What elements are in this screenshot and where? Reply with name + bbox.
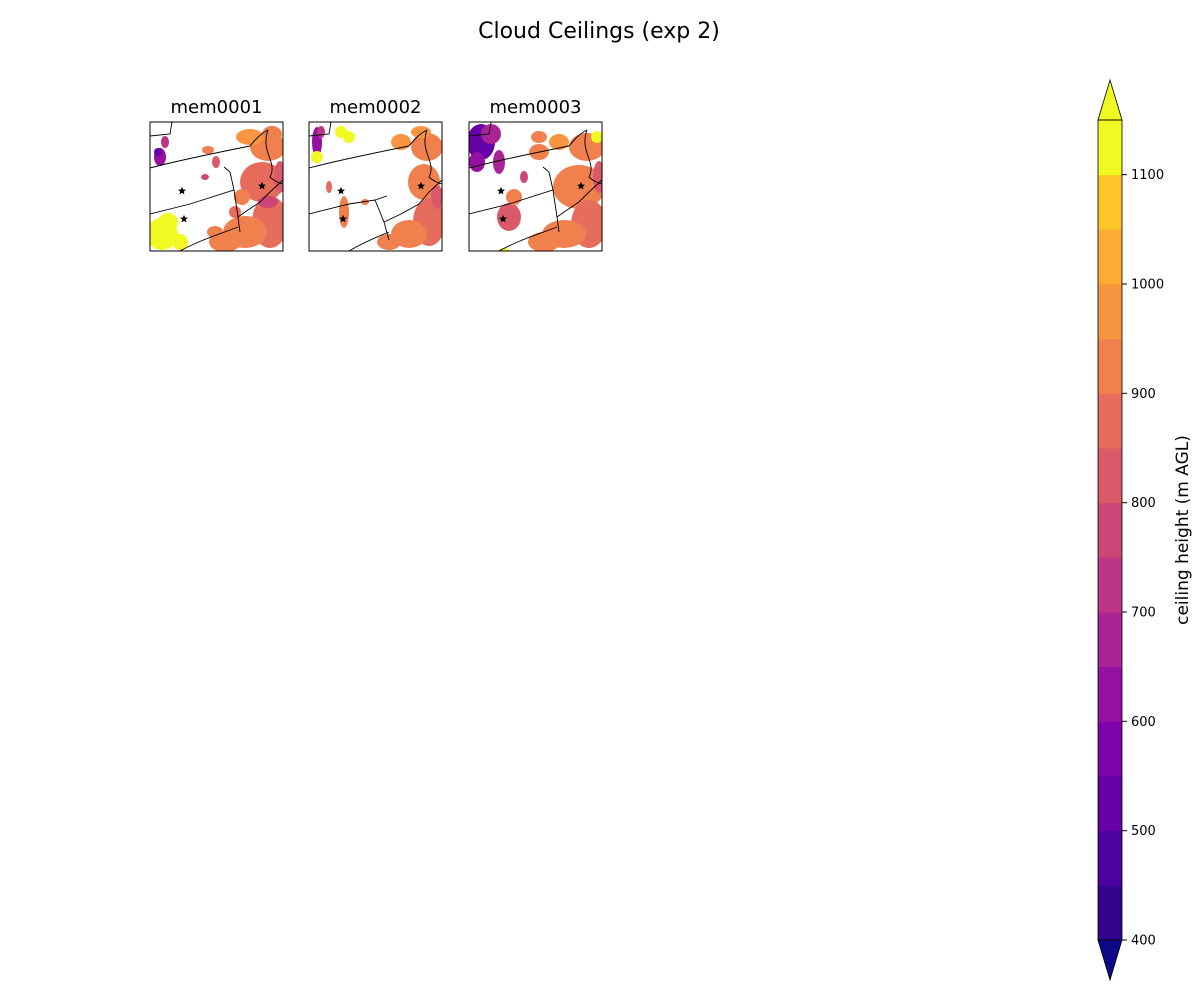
ceiling-patch <box>411 133 442 161</box>
colorbar-segment <box>1098 502 1122 558</box>
ceiling-patch <box>158 213 178 231</box>
ceiling-patch <box>377 234 401 250</box>
ceiling-patch <box>311 151 323 163</box>
ceiling-patch <box>481 124 501 144</box>
colorbar-tick-label: 400 <box>1131 934 1156 949</box>
ceiling-patch <box>498 248 510 251</box>
ceiling-patch <box>593 161 602 193</box>
panel-title: mem0001 <box>171 97 263 118</box>
colorbar: 400 500 600 700 800 900 1000 1100 <box>1097 78 1164 982</box>
colorbar-segment <box>1098 338 1122 394</box>
ceiling-patch <box>202 146 214 154</box>
colorbar-segment <box>1098 612 1122 668</box>
ceiling-patch <box>339 196 349 228</box>
colorbar-tick-label: 1000 <box>1131 278 1164 293</box>
ceiling-patch <box>411 126 431 138</box>
map-panel-mem0003 <box>468 121 603 252</box>
colorbar-extend-max <box>1097 78 1123 121</box>
ceiling-patch <box>591 131 602 143</box>
ceiling-patch <box>212 156 220 168</box>
ceiling-patch <box>326 181 332 193</box>
ceiling-patch <box>317 126 325 138</box>
map-panel-mem0001 <box>149 121 284 252</box>
colorbar-segment <box>1098 666 1122 722</box>
panel-title: mem0002 <box>330 97 422 118</box>
ceiling-patch <box>469 152 485 172</box>
colorbar-segment <box>1098 776 1122 832</box>
colorbar-segment <box>1098 448 1122 504</box>
colorbar-tick-label: 900 <box>1131 387 1156 402</box>
ceiling-patch <box>531 131 547 143</box>
ceiling-patch <box>258 196 278 208</box>
colorbar-tick-label: 600 <box>1131 715 1156 730</box>
colorbar-tick-label: 800 <box>1131 496 1156 511</box>
colorbar-tick-label: 500 <box>1131 824 1156 839</box>
ceiling-patch <box>201 174 209 180</box>
chart-title: Cloud Ceilings (exp 2) <box>478 19 720 44</box>
colorbar-segment <box>1098 885 1122 941</box>
colorbar-label: ceiling height (m AGL) <box>1173 435 1193 625</box>
ceiling-patch <box>343 131 355 143</box>
ceiling-patch <box>497 203 521 231</box>
colorbar-segment <box>1098 284 1122 340</box>
colorbar-extend-min <box>1097 939 1123 982</box>
colorbar-segment <box>1098 721 1122 777</box>
colorbar-segment <box>1098 120 1122 176</box>
ceiling-patch <box>262 126 282 142</box>
ceiling-patch <box>274 161 283 193</box>
colorbar-segment <box>1098 557 1122 613</box>
colorbar-segment <box>1098 393 1122 449</box>
ceiling-patch <box>161 136 169 148</box>
panel-title: mem0003 <box>490 97 582 118</box>
ceiling-patch <box>207 226 223 238</box>
colorbar-segment <box>1098 229 1122 285</box>
colorbar-tick-label: 1100 <box>1131 168 1164 183</box>
ceiling-patch <box>236 129 264 145</box>
colorbar-tick-label: 700 <box>1131 606 1156 621</box>
ceiling-patch <box>520 171 528 183</box>
ceiling-patch <box>234 189 250 205</box>
figure: Cloud Ceilings (exp 2) mem0001 mem0002 mem… <box>149 19 1193 982</box>
colorbar-segment <box>1098 830 1122 886</box>
colorbar-segment <box>1098 174 1122 230</box>
map-panel-mem0002 <box>308 121 443 252</box>
ceiling-patch <box>528 232 560 251</box>
panel-group: mem0001 mem0002 mem0003 <box>149 97 603 252</box>
ceiling-patch <box>154 148 162 156</box>
